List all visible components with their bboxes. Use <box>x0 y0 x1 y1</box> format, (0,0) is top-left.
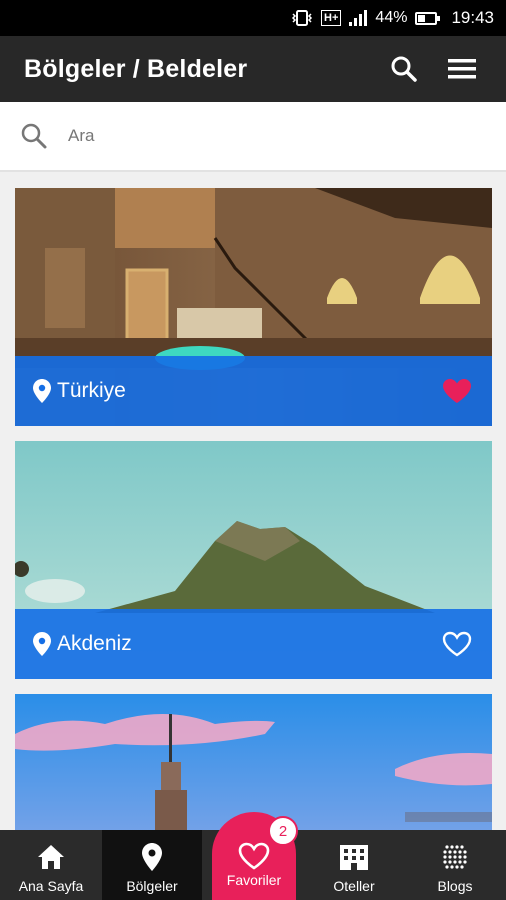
battery-icon <box>415 11 441 25</box>
card-label-bar: Akdeniz <box>15 609 492 679</box>
region-name: Türkiye <box>57 379 126 402</box>
battery-percent: 44% <box>375 9 408 26</box>
heart-filled-icon <box>443 379 471 403</box>
region-image <box>15 694 492 830</box>
region-name: Akdeniz <box>57 632 132 655</box>
region-card[interactable]: Türkiye <box>15 188 492 426</box>
app-bar: Bölgeler / Beldeler <box>0 36 506 102</box>
blogs-icon <box>443 845 467 869</box>
nav-item-regions[interactable]: Bölgeler <box>102 830 202 900</box>
vibrate-icon <box>291 9 313 27</box>
page-title: Bölgeler / Beldeler <box>24 54 248 83</box>
region-list: Türkiye Akdeniz <box>0 172 506 830</box>
favorites-label: Favoriler <box>226 872 282 888</box>
search-input[interactable] <box>68 126 448 146</box>
nav-label: Bölgeler <box>126 878 178 894</box>
region-card[interactable] <box>15 694 492 830</box>
clock: 19:43 <box>451 8 494 27</box>
location-pin-icon <box>33 632 51 656</box>
home-icon <box>38 845 64 869</box>
network-icon: H+ <box>321 10 342 26</box>
nav-item-home[interactable]: Ana Sayfa <box>0 830 102 900</box>
menu-button[interactable] <box>442 49 482 89</box>
card-label-bar: Türkiye <box>15 356 492 426</box>
search-button[interactable] <box>384 49 424 89</box>
location-pin-icon <box>33 379 51 403</box>
nav-item-blogs[interactable]: Blogs <box>404 830 506 900</box>
menu-icon <box>448 59 476 79</box>
status-bar: H+ 44% 19:43 <box>0 0 506 36</box>
favorite-button[interactable] <box>440 627 474 661</box>
heart-icon <box>238 842 270 870</box>
favorites-count-badge: 2 <box>268 816 298 846</box>
region-card[interactable]: Akdeniz <box>15 441 492 679</box>
search-icon <box>21 123 47 149</box>
favorite-button[interactable] <box>440 374 474 408</box>
heart-outline-icon <box>442 631 472 657</box>
nav-label: Blogs <box>437 878 473 894</box>
signal-icon <box>349 10 368 26</box>
search-bar <box>0 102 506 172</box>
hotel-icon <box>340 845 368 870</box>
nav-label: Ana Sayfa <box>18 878 84 894</box>
nav-label: Oteller <box>333 878 375 894</box>
search-icon <box>391 56 417 82</box>
location-pin-icon <box>142 843 162 871</box>
nav-item-hotels[interactable]: Oteller <box>304 830 404 900</box>
